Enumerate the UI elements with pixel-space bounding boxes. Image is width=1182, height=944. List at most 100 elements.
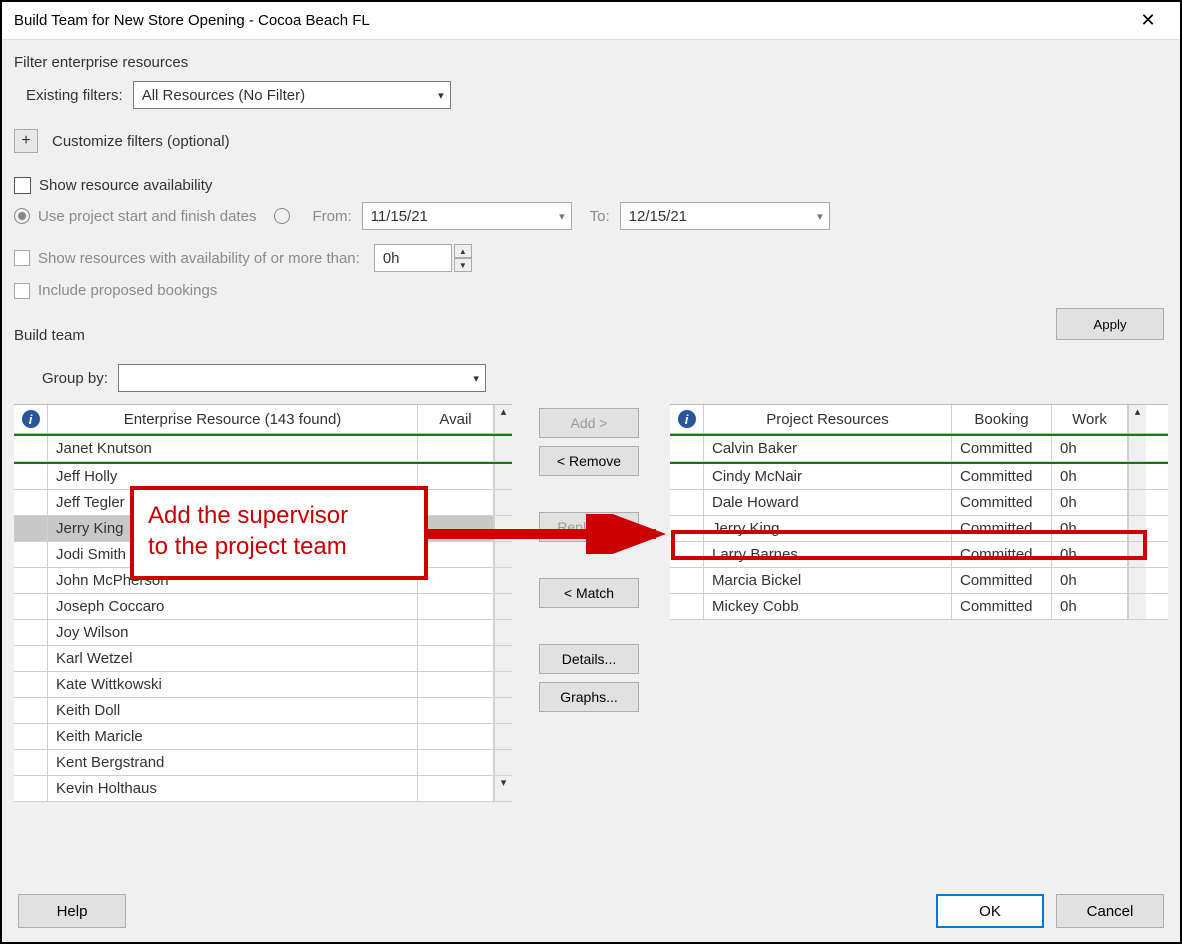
resource-name: Joseph Coccaro: [48, 594, 418, 619]
table-row[interactable]: Janet Knutson: [14, 436, 512, 462]
add-button[interactable]: Add >: [539, 408, 639, 438]
details-button[interactable]: Details...: [539, 644, 639, 674]
resource-avail: [418, 776, 494, 801]
scrollbar-track[interactable]: [494, 646, 512, 671]
scrollbar-track[interactable]: [494, 698, 512, 723]
chevron-down-icon: ▾: [438, 89, 444, 102]
ok-button[interactable]: OK: [936, 894, 1044, 928]
dialog-window: Build Team for New Store Opening - Cocoa…: [0, 0, 1182, 944]
close-button[interactable]: ✕: [1128, 10, 1168, 31]
existing-filters-value: All Resources (No Filter): [142, 87, 305, 104]
table-row[interactable]: Joseph Coccaro: [14, 594, 512, 620]
row-icon-cell: [14, 490, 48, 515]
use-project-dates-label: Use project start and finish dates: [38, 208, 256, 225]
scrollbar-up-icon[interactable]: ▴: [494, 405, 512, 433]
project-resource-name: Cindy McNair: [704, 464, 952, 489]
scrollbar[interactable]: ▾: [494, 776, 512, 801]
scrollbar-track[interactable]: [1128, 464, 1146, 489]
scrollbar-track[interactable]: [494, 672, 512, 697]
column-enterprise-resource[interactable]: Enterprise Resource (143 found): [48, 405, 418, 433]
apply-button[interactable]: Apply: [1056, 308, 1164, 340]
row-icon-cell: [670, 490, 704, 515]
help-button[interactable]: Help: [18, 894, 126, 928]
table-row[interactable]: Jerry KingCommitted0h: [670, 516, 1168, 542]
chevron-down-icon: ▾: [473, 372, 479, 385]
column-booking[interactable]: Booking: [952, 405, 1052, 433]
remove-button[interactable]: < Remove: [539, 446, 639, 476]
table-row[interactable]: Marcia BickelCommitted0h: [670, 568, 1168, 594]
project-resource-name: Dale Howard: [704, 490, 952, 515]
filter-section-label: Filter enterprise resources: [14, 54, 1168, 71]
column-work[interactable]: Work: [1052, 405, 1128, 433]
availability-threshold-value: 0h: [383, 250, 400, 267]
table-row[interactable]: Cindy McNairCommitted0h: [670, 464, 1168, 490]
availability-threshold-checkbox[interactable]: [14, 250, 30, 266]
row-icon-cell: [670, 436, 704, 461]
scrollbar-track[interactable]: [494, 464, 512, 489]
to-date-input[interactable]: 12/15/21 ▾: [620, 202, 830, 230]
row-icon-cell: [14, 646, 48, 671]
booking-value: Committed: [952, 516, 1052, 541]
add-filter-button[interactable]: +: [14, 129, 38, 153]
scrollbar-track[interactable]: [1128, 542, 1146, 567]
booking-value: Committed: [952, 568, 1052, 593]
scrollbar-track[interactable]: [1128, 594, 1146, 619]
scrollbar-track[interactable]: [494, 724, 512, 749]
resource-name: Keith Maricle: [48, 724, 418, 749]
scrollbar-track[interactable]: [1128, 516, 1146, 541]
row-icon-cell: [14, 542, 48, 567]
chevron-down-icon: ▾: [559, 210, 565, 223]
from-date-input[interactable]: 11/15/21 ▾: [362, 202, 572, 230]
info-icon[interactable]: i: [670, 405, 704, 433]
show-availability-checkbox[interactable]: [14, 177, 31, 194]
custom-dates-radio[interactable]: [274, 208, 290, 224]
graphs-button[interactable]: Graphs...: [539, 682, 639, 712]
table-row[interactable]: Mickey CobbCommitted0h: [670, 594, 1168, 620]
titlebar: Build Team for New Store Opening - Cocoa…: [2, 2, 1180, 40]
use-project-dates-radio[interactable]: [14, 208, 30, 224]
resource-name: Kent Bergstrand: [48, 750, 418, 775]
scrollbar[interactable]: [494, 436, 512, 461]
scrollbar-track[interactable]: [494, 568, 512, 593]
resource-avail: [418, 698, 494, 723]
table-row[interactable]: Joy Wilson: [14, 620, 512, 646]
match-button[interactable]: < Match: [539, 578, 639, 608]
scrollbar-track[interactable]: [1128, 490, 1146, 515]
table-row[interactable]: Kate Wittkowski: [14, 672, 512, 698]
booking-value: Committed: [952, 436, 1052, 461]
availability-threshold-spinner[interactable]: ▲▼: [454, 244, 472, 272]
column-avail[interactable]: Avail: [418, 405, 494, 433]
scrollbar-track[interactable]: [1128, 436, 1146, 461]
table-row[interactable]: Kent Bergstrand: [14, 750, 512, 776]
scrollbar-track[interactable]: [494, 490, 512, 515]
row-icon-cell: [14, 724, 48, 749]
column-project-resources[interactable]: Project Resources: [704, 405, 952, 433]
window-title: Build Team for New Store Opening - Cocoa…: [14, 12, 1128, 29]
scrollbar-track[interactable]: [494, 620, 512, 645]
table-row[interactable]: Larry BarnesCommitted0h: [670, 542, 1168, 568]
table-row[interactable]: Keith Maricle: [14, 724, 512, 750]
row-icon-cell: [14, 594, 48, 619]
existing-filters-dropdown[interactable]: All Resources (No Filter) ▾: [133, 81, 451, 109]
availability-threshold-input[interactable]: 0h: [374, 244, 452, 272]
to-date-value: 12/15/21: [629, 208, 687, 225]
cancel-button[interactable]: Cancel: [1056, 894, 1164, 928]
table-row[interactable]: Calvin BakerCommitted0h: [670, 436, 1168, 462]
resource-avail: [418, 646, 494, 671]
include-proposed-checkbox[interactable]: [14, 283, 30, 299]
table-row[interactable]: Karl Wetzel: [14, 646, 512, 672]
scrollbar-track[interactable]: [1128, 568, 1146, 593]
info-icon[interactable]: i: [14, 405, 48, 433]
scrollbar-track[interactable]: [494, 594, 512, 619]
scrollbar-up-icon[interactable]: ▴: [1128, 405, 1146, 433]
resource-name: Janet Knutson: [48, 436, 418, 461]
group-by-label: Group by:: [42, 370, 108, 387]
project-resources-grid: i Project Resources Booking Work ▴ Calvi…: [670, 404, 1168, 620]
scrollbar-track[interactable]: [494, 750, 512, 775]
work-value: 0h: [1052, 436, 1128, 461]
table-row[interactable]: Keith Doll: [14, 698, 512, 724]
table-row[interactable]: Kevin Holthaus▾: [14, 776, 512, 802]
row-icon-cell: [14, 516, 48, 541]
table-row[interactable]: Dale HowardCommitted0h: [670, 490, 1168, 516]
group-by-dropdown[interactable]: ▾: [118, 364, 486, 392]
